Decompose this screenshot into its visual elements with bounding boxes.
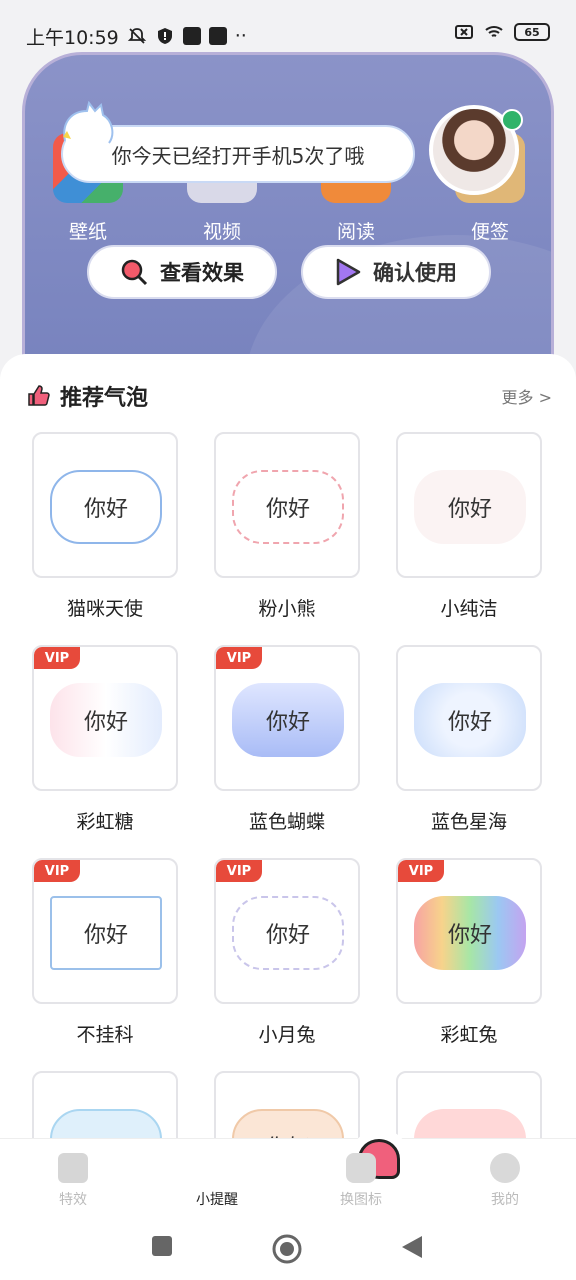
bubble-card-name: 彩虹糖 — [76, 811, 134, 833]
icons-icon — [346, 1153, 376, 1183]
bubble-card[interactable]: 你好 — [214, 1071, 360, 1144]
bubble-sample-text: 你好 — [447, 497, 492, 522]
confirm-use-button[interactable]: 确认使用 — [301, 245, 491, 299]
vip-badge: VIP — [34, 647, 80, 669]
thumbs-up-icon — [28, 385, 50, 406]
bubble-sample-text: 你好 — [265, 497, 310, 522]
nav-profile[interactable]: 我的 — [450, 1153, 560, 1209]
more-link[interactable]: 更多 > — [502, 384, 553, 408]
profile-icon — [490, 1153, 520, 1183]
bubble-card-name: 猫咪天使 — [66, 598, 143, 620]
vip-badge: VIP — [398, 860, 444, 882]
bubble-card[interactable]: 你好 VIP — [214, 645, 360, 791]
battery-icon: 65 — [514, 23, 550, 41]
bubble-sample-text: 你好 — [447, 923, 492, 948]
app-notification-icon — [208, 27, 227, 45]
nav-change-icon[interactable]: 换图标 — [306, 1153, 416, 1209]
bubble-card[interactable]: 你好 VIP — [32, 645, 178, 791]
bubble-card-name: 小纯洁 — [440, 598, 498, 620]
bubble-card[interactable]: 你好 VIP — [32, 858, 178, 1004]
vip-badge: VIP — [216, 860, 262, 882]
bubble-sample-text: 你好 — [447, 710, 492, 735]
section-title: 推荐气泡 — [60, 386, 149, 411]
bubble-sample-text: 你好 — [83, 710, 128, 735]
app-label: 视频 — [202, 221, 241, 243]
bubble-sample: 你好 — [232, 470, 344, 544]
play-icon — [336, 258, 361, 286]
bubble-sample: 你好 — [50, 896, 162, 970]
preview-bubble-text: 你今天已经打开手机5次了哦 — [111, 143, 365, 168]
preview-effect-label: 查看效果 — [160, 261, 244, 285]
nav-effects[interactable]: 特效 — [18, 1153, 128, 1209]
nav-reminder[interactable]: 小提醒 — [162, 1129, 410, 1209]
home-icon[interactable] — [272, 1234, 302, 1264]
mute-notification-icon — [127, 28, 146, 44]
vip-badge: VIP — [34, 860, 80, 882]
bubble-sample: 你好 — [414, 470, 526, 544]
status-extra: ·· — [234, 25, 247, 47]
wifi-icon — [485, 26, 503, 37]
bubble-card-name: 不挂科 — [76, 1024, 134, 1046]
cat-angel-icon — [63, 101, 114, 144]
sparkle-icon — [58, 1153, 88, 1183]
shield-icon — [157, 28, 172, 44]
nav-label: 小提醒 — [196, 1192, 238, 1208]
app-label: 阅读 — [336, 221, 375, 243]
app-label: 便签 — [470, 221, 509, 243]
bubble-sample: 你好 — [232, 683, 344, 757]
bubble-card-name: 蓝色星海 — [430, 811, 507, 833]
bubble-card[interactable] — [396, 1071, 542, 1144]
recommend-sheet: 推荐气泡 更多 > 你好 猫咪天使 你好 粉小熊 你好 小纯洁 你好 VIP 彩虹糖 你好 VIP 蓝… — [0, 354, 576, 1144]
bubble-card[interactable]: 你好 — [396, 432, 542, 578]
preview-bubble: 你今天已经打开手机5次了哦 — [61, 101, 415, 183]
bubble-sample: 你好 — [50, 470, 162, 544]
bubble-card-name: 粉小熊 — [258, 598, 316, 620]
recent-apps-icon[interactable] — [150, 1234, 174, 1258]
bubble-card[interactable]: 你好 — [214, 432, 360, 578]
nav-label: 特效 — [59, 1192, 87, 1208]
app-label: 壁纸 — [68, 221, 107, 243]
status-time: 上午10:59 — [26, 26, 119, 49]
nav-label: 换图标 — [340, 1192, 382, 1208]
system-nav-bar — [0, 1220, 576, 1280]
bubble-card-name: 彩虹兔 — [440, 1024, 498, 1046]
bubble-preview: 壁纸 视频 阅读 便签 你今天已经打开手机5次了哦 查看效果 确认使用 — [22, 52, 554, 372]
preview-effect-button[interactable]: 查看效果 — [87, 245, 277, 299]
nav-label: 我的 — [491, 1192, 519, 1208]
bubble-card[interactable]: 你好 VIP — [396, 858, 542, 1004]
back-icon[interactable] — [400, 1234, 424, 1260]
bubble-sample: 你好 — [50, 683, 162, 757]
upload-icon — [182, 27, 201, 45]
bubble-sample-text: 你好 — [83, 923, 128, 948]
bubble-sample-text: 你好 — [265, 710, 310, 735]
bottom-nav: 特效 小提醒 换图标 我的 — [0, 1129, 576, 1220]
bubble-sample: 你好 — [232, 896, 344, 970]
bubble-sample: 你好 — [414, 683, 526, 757]
bubble-sample-text: 你好 — [83, 497, 128, 522]
bubble-card[interactable]: 你好 — [396, 645, 542, 791]
confirm-use-label: 确认使用 — [373, 261, 457, 285]
section-header: 推荐气泡 — [26, 380, 148, 412]
bubble-card[interactable]: 你好 VIP — [214, 858, 360, 1004]
magnifier-icon — [121, 259, 148, 286]
bubble-card-name: 蓝色蝴蝶 — [248, 811, 325, 833]
swap-icon[interactable] — [501, 109, 523, 131]
bubble-sample: 你好 — [414, 896, 526, 970]
bubble-card[interactable] — [32, 1071, 178, 1144]
sim-off-icon — [455, 25, 473, 39]
vip-badge: VIP — [216, 647, 262, 669]
bubble-card[interactable]: 你好 — [32, 432, 178, 578]
bubble-card-name: 小月兔 — [258, 1024, 316, 1046]
bubble-sample-text: 你好 — [265, 923, 310, 948]
